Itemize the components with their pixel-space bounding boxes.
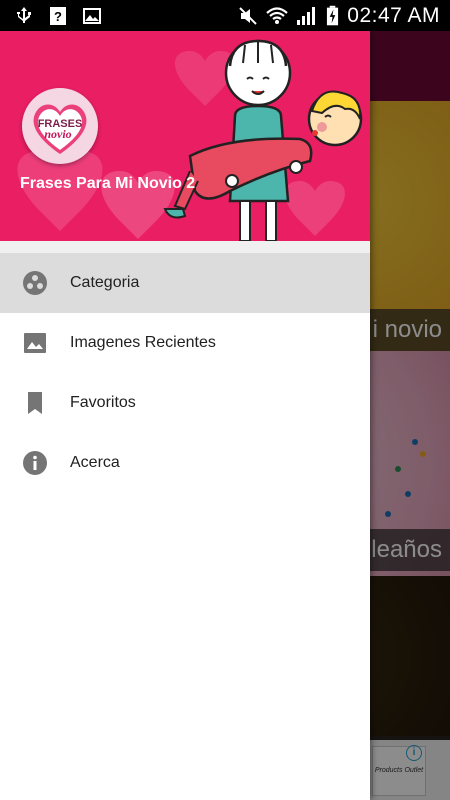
menu-item-categoria[interactable]: Categoria [0, 253, 370, 313]
menu-item-favoritos[interactable]: Favoritos [0, 373, 370, 433]
drawer-header: FRASES novio Frases Para Mi Novio 2 [0, 31, 370, 241]
status-bar: ? 02:47 AM [0, 0, 450, 31]
menu-item-label: Imagenes Recientes [70, 334, 216, 351]
signal-icon [297, 7, 316, 25]
status-time: 02:47 AM [347, 4, 440, 27]
app-logo: FRASES novio [22, 88, 98, 164]
wifi-icon [266, 7, 289, 24]
drawer-menu: Categoria Imagenes Recientes Favoritos A… [0, 253, 370, 493]
categories-icon [23, 271, 47, 295]
mute-icon [239, 7, 257, 25]
image-icon [83, 8, 101, 24]
image-icon [24, 333, 46, 353]
menu-item-label: Categoria [70, 274, 140, 291]
heart-logo-icon: FRASES novio [33, 104, 87, 154]
unknown-file-icon: ? [50, 7, 66, 25]
info-icon [23, 451, 47, 475]
menu-item-label: Acerca [70, 454, 120, 471]
navigation-drawer: FRASES novio Frases Para Mi Novio 2 Cate… [0, 31, 370, 800]
header-divider [0, 241, 370, 253]
usb-icon [17, 7, 31, 23]
menu-item-acerca[interactable]: Acerca [0, 433, 370, 493]
menu-item-imagenes-recientes[interactable]: Imagenes Recientes [0, 313, 370, 373]
bookmark-icon [28, 392, 42, 414]
battery-charging-icon [327, 5, 339, 26]
svg-text:?: ? [54, 9, 62, 24]
menu-item-label: Favoritos [70, 394, 136, 411]
couple-illustration [163, 39, 363, 241]
logo-text-bottom: novio [44, 127, 71, 141]
app-title: Frases Para Mi Novio 2 [20, 175, 196, 192]
